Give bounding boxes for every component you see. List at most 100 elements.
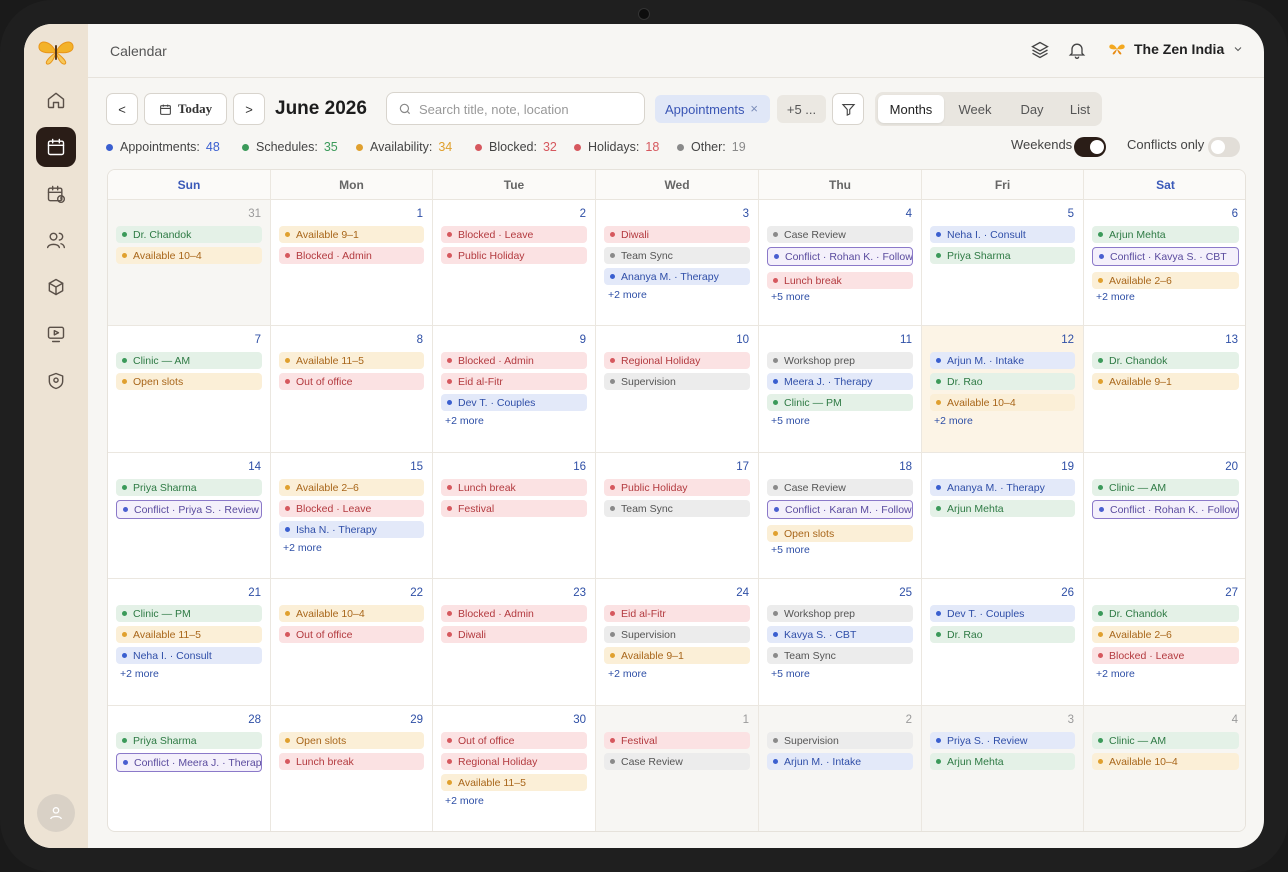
remove-filter-button[interactable]: × <box>750 101 758 116</box>
calendar-event[interactable]: Clinic — AM <box>116 352 262 369</box>
calendar-event[interactable]: Kavya S. · CBT <box>767 626 913 643</box>
calendar-event[interactable]: Dev T. · Couples <box>441 394 587 411</box>
calendar-event[interactable]: Open slots <box>767 525 913 542</box>
calendar-event[interactable]: Eid al-Fitr <box>441 373 587 390</box>
calendar-event[interactable]: Blocked · Admin <box>441 352 587 369</box>
calendar-event[interactable]: Blocked · Leave <box>441 226 587 243</box>
conflict-event[interactable]: Conflict · Meera J. · Therapy <box>116 753 262 772</box>
calendar-event[interactable]: Neha I. · Consult <box>930 226 1075 243</box>
calendar-event[interactable]: Clinic — PM <box>767 394 913 411</box>
calendar-event[interactable]: Team Sync <box>604 247 750 264</box>
layers-icon[interactable] <box>1030 40 1050 60</box>
calendar-event[interactable]: Available 11–5 <box>279 352 424 369</box>
day-cell[interactable]: 2 Blocked · Leave Public Holiday <box>433 200 596 326</box>
calendar-event[interactable]: Supervision <box>604 373 750 390</box>
more-events-link[interactable]: +2 more <box>934 415 973 427</box>
day-cell[interactable]: 2 Supervision Arjun M. · Intake <box>759 706 922 831</box>
calendar-event[interactable]: Neha I. · Consult <box>116 647 262 664</box>
day-cell[interactable]: 29 Open slots Lunch break <box>271 706 433 831</box>
sidebar-item-users[interactable] <box>36 220 76 260</box>
calendar-event[interactable]: Open slots <box>116 373 262 390</box>
calendar-event[interactable]: Ananya M. · Therapy <box>930 479 1075 496</box>
day-cell[interactable]: 30 Out of office Regional Holiday Available… <box>433 706 596 831</box>
more-events-link[interactable]: +2 more <box>608 289 647 301</box>
legend-item[interactable]: Schedules: 35 <box>242 140 338 154</box>
conflict-event[interactable]: Conflict · Rohan K. · Follow-up <box>767 247 913 266</box>
calendar-event[interactable]: Clinic — AM <box>1092 479 1239 496</box>
calendar-event[interactable]: Priya Sharma <box>116 479 262 496</box>
calendar-event[interactable]: Workshop prep <box>767 352 913 369</box>
calendar-event[interactable]: Team Sync <box>604 500 750 517</box>
calendar-event[interactable]: Eid al-Fitr <box>604 605 750 622</box>
day-cell[interactable]: 22 Available 10–4 Out of office <box>271 579 433 706</box>
calendar-event[interactable]: Available 9–1 <box>604 647 750 664</box>
tab-week[interactable]: Week <box>946 95 1004 123</box>
calendar-event[interactable]: Available 11–5 <box>116 626 262 643</box>
filter-chip-appointments[interactable]: Appointments × <box>655 95 770 123</box>
calendar-event[interactable]: Out of office <box>279 626 424 643</box>
sidebar-item-shield[interactable] <box>36 361 76 401</box>
day-cell[interactable]: 4 Clinic — AM Available 10–4 <box>1084 706 1245 831</box>
tab-day[interactable]: Day <box>1008 95 1056 123</box>
user-avatar[interactable] <box>37 794 75 832</box>
today-button[interactable]: Today <box>144 93 227 125</box>
calendar-event[interactable]: Blocked · Admin <box>279 247 424 264</box>
day-cell[interactable]: 16 Lunch break Festival <box>433 453 596 579</box>
day-cell[interactable]: 8 Available 11–5 Out of office <box>271 326 433 453</box>
calendar-event[interactable]: Priya Sharma <box>116 732 262 749</box>
calendar-event[interactable]: Isha N. · Therapy <box>279 521 424 538</box>
calendar-event[interactable]: Arjun Mehta <box>930 500 1075 517</box>
tab-list[interactable]: List <box>1060 95 1100 123</box>
day-cell[interactable]: 28 Priya Sharma Conflict · Meera J. · Ther… <box>108 706 271 831</box>
weekends-toggle[interactable] <box>1074 137 1106 157</box>
calendar-event[interactable]: Diwali <box>604 226 750 243</box>
day-cell[interactable]: 15 Available 2–6 Blocked · Leave Isha N. · … <box>271 453 433 579</box>
calendar-event[interactable]: Diwali <box>441 626 587 643</box>
calendar-event[interactable]: Arjun Mehta <box>930 753 1075 770</box>
calendar-event[interactable]: Dr. Rao <box>930 626 1075 643</box>
calendar-event[interactable]: Available 2–6 <box>1092 626 1239 643</box>
day-cell[interactable]: 1 Available 9–1 Blocked · Admin <box>271 200 433 326</box>
legend-item[interactable]: Appointments: 48 <box>106 140 220 154</box>
calendar-event[interactable]: Open slots <box>279 732 424 749</box>
calendar-event[interactable]: Festival <box>604 732 750 749</box>
calendar-event[interactable]: Case Review <box>767 226 913 243</box>
calendar-event[interactable]: Dr. Chandok <box>1092 352 1239 369</box>
calendar-event[interactable]: Blocked · Leave <box>1092 647 1239 664</box>
calendar-event[interactable]: Priya Sharma <box>930 247 1075 264</box>
calendar-event[interactable]: Arjun M. · Intake <box>767 753 913 770</box>
more-events-link[interactable]: +2 more <box>283 542 322 554</box>
day-cell[interactable]: 21 Clinic — PM Available 11–5 Neha I. · Con… <box>108 579 271 706</box>
legend-item[interactable]: Availability: 34 <box>356 140 452 154</box>
day-cell[interactable]: 5 Neha I. · Consult Priya Sharma <box>922 200 1084 326</box>
calendar-event[interactable]: Supervision <box>604 626 750 643</box>
conflict-event[interactable]: Conflict · Karan M. · Follow-up <box>767 500 913 519</box>
conflict-event[interactable]: Conflict · Rohan K. · Follow-up <box>1092 500 1239 519</box>
calendar-event[interactable]: Arjun M. · Intake <box>930 352 1075 369</box>
calendar-event[interactable]: Available 11–5 <box>441 774 587 791</box>
sidebar-item-calendar[interactable] <box>36 127 76 167</box>
sidebar-item-box[interactable] <box>36 267 76 307</box>
calendar-event[interactable]: Regional Holiday <box>441 753 587 770</box>
calendar-event[interactable]: Clinic — PM <box>116 605 262 622</box>
calendar-event[interactable]: Available 2–6 <box>279 479 424 496</box>
more-events-link[interactable]: +2 more <box>1096 291 1135 303</box>
calendar-event[interactable]: Supervision <box>767 732 913 749</box>
day-cell[interactable]: 12 Arjun M. · Intake Dr. Rao Available 10–4… <box>922 326 1084 453</box>
more-events-link[interactable]: +2 more <box>445 795 484 807</box>
day-cell[interactable]: 3 Priya S. · Review Arjun Mehta <box>922 706 1084 831</box>
more-events-link[interactable]: +2 more <box>120 668 159 680</box>
more-filters-chip[interactable]: +5 ... <box>777 95 826 123</box>
calendar-event[interactable]: Out of office <box>279 373 424 390</box>
calendar-event[interactable]: Blocked · Admin <box>441 605 587 622</box>
day-cell[interactable]: 9 Blocked · Admin Eid al-Fitr Dev T. · Coup… <box>433 326 596 453</box>
calendar-event[interactable]: Available 10–4 <box>279 605 424 622</box>
calendar-event[interactable]: Available 10–4 <box>930 394 1075 411</box>
calendar-event[interactable]: Dr. Chandok <box>116 226 262 243</box>
day-cell[interactable]: 13 Dr. Chandok Available 9–1 <box>1084 326 1245 453</box>
bell-icon[interactable] <box>1067 40 1087 60</box>
calendar-event[interactable]: Out of office <box>441 732 587 749</box>
day-cell[interactable]: 27 Dr. Chandok Available 2–6 Blocked · Leav… <box>1084 579 1245 706</box>
calendar-event[interactable]: Available 10–4 <box>1092 753 1239 770</box>
more-events-link[interactable]: +5 more <box>771 291 810 303</box>
